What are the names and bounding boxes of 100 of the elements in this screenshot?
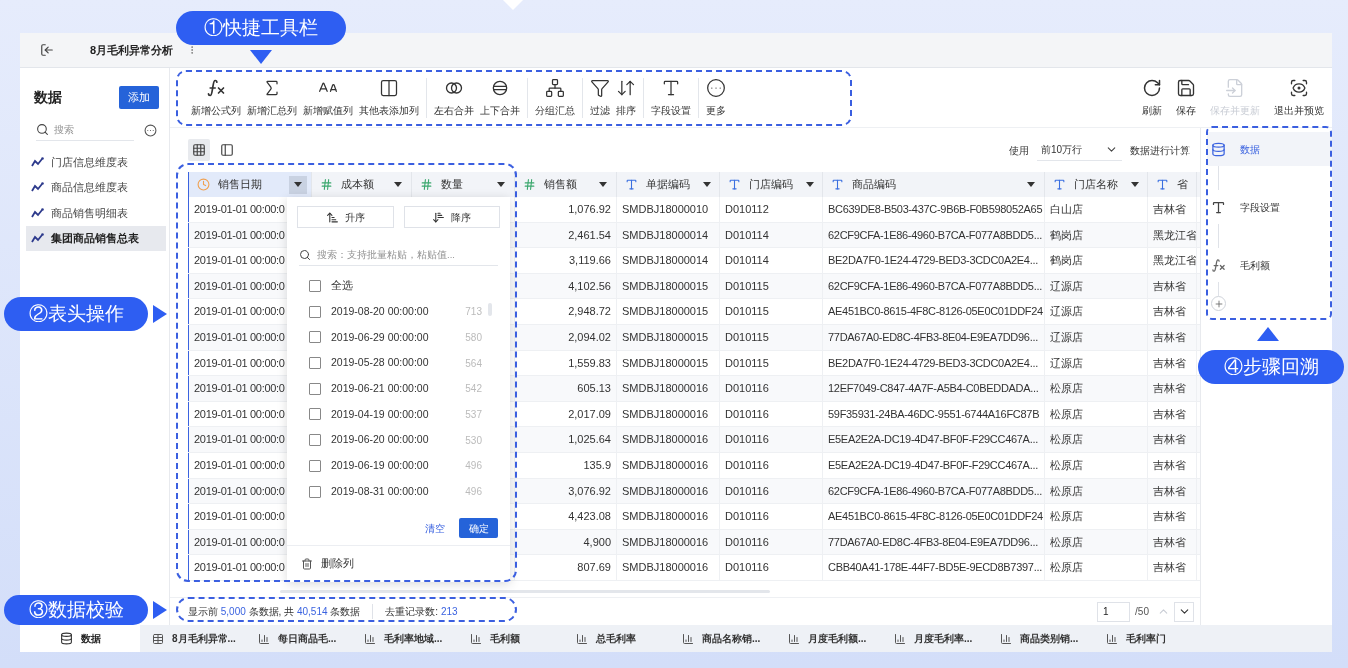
more-icon[interactable] xyxy=(144,123,157,137)
table-cell-text: SMDBJ18000016 xyxy=(622,483,709,499)
table-cell-text: 松原店 xyxy=(1050,432,1083,448)
text-type-icon xyxy=(1053,178,1066,191)
step-item[interactable]: 字段设置 xyxy=(1207,190,1332,224)
delete-column-button[interactable]: 删除列 xyxy=(301,556,354,573)
toolbar-button[interactable]: 新增公式列 xyxy=(189,77,243,118)
row-limit-select[interactable]: 前10万行 xyxy=(1037,139,1122,161)
page-input[interactable]: 1 xyxy=(1097,601,1131,622)
table-cell-text: SMDBJ18000016 xyxy=(622,406,709,422)
search-field[interactable]: 搜索 xyxy=(36,119,134,141)
toolbar-button[interactable]: 左右合并 xyxy=(432,77,476,118)
caret-icon[interactable] xyxy=(394,182,402,187)
checkbox-label: 2019-08-20 00:00:00 xyxy=(331,303,429,319)
checkbox[interactable] xyxy=(309,459,321,472)
step-item[interactable]: 数据 xyxy=(1207,132,1332,166)
toolbar-button[interactable]: 刷新 xyxy=(1142,77,1162,118)
caret-icon[interactable] xyxy=(497,182,505,187)
table-cell-text: 松原店 xyxy=(1050,534,1083,550)
sort-button[interactable]: 升序 xyxy=(297,206,394,228)
grid-icon xyxy=(192,143,206,157)
table-cell-text: 62CF9CFA-1E86-4960-B7CA-F077A8BDD5... xyxy=(828,483,1042,499)
caret-icon[interactable] xyxy=(1130,182,1139,187)
table-list-item[interactable]: 门店信息维度表 xyxy=(26,149,166,175)
checkbox[interactable] xyxy=(309,434,321,447)
table-cell-text: 2019-01-01 00:00:0 xyxy=(194,560,285,576)
bar-chart-icon xyxy=(576,632,588,645)
view-toggle[interactable] xyxy=(188,139,210,161)
table-cell-text: SMDBJ18000015 xyxy=(622,278,709,294)
line-chart-icon xyxy=(31,207,44,218)
toolbar-button[interactable]: 更多 xyxy=(704,77,728,118)
caret-icon[interactable] xyxy=(702,182,711,187)
sheet-tab[interactable]: 月度毛利额... xyxy=(784,625,890,652)
table-list-item[interactable]: 商品信息维度表 xyxy=(26,174,166,200)
table-cell-text: 吉林省 xyxy=(1153,534,1186,550)
add-button[interactable]: 添加 xyxy=(119,86,159,109)
triangle-icon xyxy=(153,601,167,619)
table-cell-text: 2,948.72 xyxy=(568,304,611,320)
checkbox[interactable] xyxy=(309,382,321,395)
caret-icon[interactable] xyxy=(805,182,814,187)
table-cell-text: E5EA2E2A-DC19-4D47-BF0F-F29CC467A... xyxy=(828,432,1038,448)
table-cell-text: SMDBJ18000016 xyxy=(622,381,709,397)
table-cell-text: 2019-01-01 00:00:0 xyxy=(194,458,285,473)
toolbar-button[interactable]: 保存 xyxy=(1176,77,1196,118)
toolbar-button[interactable]: 其他表添加列 xyxy=(357,77,421,118)
confirm-button[interactable]: 确定 xyxy=(459,518,498,539)
bar-chart-icon xyxy=(470,632,482,645)
sheet-tab[interactable]: 毛利率地域... xyxy=(360,625,466,652)
sheet-tab[interactable]: 8月毛利异常... xyxy=(148,625,254,652)
table-cell-text: D010116 xyxy=(725,560,769,576)
toolbar-button[interactable]: 退出并预览 xyxy=(1274,77,1324,118)
clear-link[interactable]: 清空 xyxy=(425,520,445,536)
sheet-tab[interactable]: 总毛利率 xyxy=(572,625,678,652)
search-field[interactable]: 搜索：支持批量粘贴，粘贴值... xyxy=(299,245,498,267)
hierarchy-icon xyxy=(545,77,565,98)
table-cell-text: 4,423.08 xyxy=(568,509,611,525)
checkbox[interactable] xyxy=(309,280,321,293)
back-icon[interactable] xyxy=(40,43,54,57)
table-cell-text: 吉林省 xyxy=(1153,381,1186,397)
caret-icon[interactable] xyxy=(1027,182,1035,187)
toolbar-button[interactable]: 字段设置 xyxy=(649,77,693,118)
sheet-tab[interactable]: 毛利额 xyxy=(466,625,572,652)
table-cell-text: 2019-01-01 00:00:0 xyxy=(194,278,285,294)
step-item[interactable]: 毛利额 xyxy=(1207,248,1332,282)
checkbox[interactable] xyxy=(309,485,321,498)
table-list-item[interactable]: 集团商品销售总表 xyxy=(26,225,166,251)
toolbar-button[interactable]: 排序 xyxy=(614,77,638,118)
caret-icon[interactable] xyxy=(599,182,607,187)
toolbar-button[interactable]: 分组汇总 xyxy=(533,77,577,118)
sort-button[interactable]: 降序 xyxy=(403,206,500,228)
toolbar-button[interactable]: 上下合并 xyxy=(478,77,522,118)
table-cell-text: BE2DA7F0-1E24-4729-BED3-3CDC0A2E4... xyxy=(828,355,1038,371)
table-list-item[interactable]: 商品销售明细表 xyxy=(26,200,166,226)
toolbar-button[interactable]: 过滤 xyxy=(588,77,612,118)
filter-icon xyxy=(590,77,610,98)
item-label: 门店信息维度表 xyxy=(51,154,128,170)
next-page-button[interactable] xyxy=(1174,601,1194,622)
table-cell-text: 鹤岗店 xyxy=(1050,253,1083,269)
window-title: 8月毛利异常分析 xyxy=(90,42,174,58)
checkbox[interactable] xyxy=(309,408,321,421)
checkbox[interactable] xyxy=(309,305,321,318)
sheet-tab[interactable]: 商品名称销... xyxy=(678,625,784,652)
search-input[interactable]: 搜索 xyxy=(54,122,124,137)
table-cell-text: 2019-01-01 00:00:0 xyxy=(194,406,285,422)
caret-icon[interactable] xyxy=(294,182,302,187)
checkbox[interactable] xyxy=(309,331,321,344)
sheet-tab[interactable]: 每日商品毛... xyxy=(254,625,360,652)
toolbar-button[interactable]: 新增汇总列 xyxy=(245,77,299,118)
sheet-tab[interactable]: 数据 xyxy=(20,625,140,652)
checkbox-label: 2019-05-28 00:00:00 xyxy=(331,355,429,371)
table-cell-text: 辽源店 xyxy=(1050,304,1083,320)
item-label: 集团商品销售总表 xyxy=(51,231,139,246)
sheet-tab[interactable]: 月度毛利率... xyxy=(890,625,996,652)
table-cell-text: SMDBJ18000015 xyxy=(622,355,709,371)
table-cell-text: 松原店 xyxy=(1050,458,1083,473)
toolbar-button[interactable]: 新增赋值列 xyxy=(301,77,355,118)
sheet-tab[interactable]: 毛利率门 xyxy=(1102,625,1208,652)
checkbox[interactable] xyxy=(309,357,321,370)
sheet-tab[interactable]: 商品类别销... xyxy=(996,625,1102,652)
column-header[interactable]: 销售日期 xyxy=(188,172,312,197)
